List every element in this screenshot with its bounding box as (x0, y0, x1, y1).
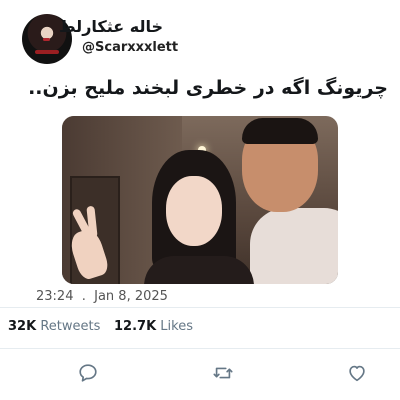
avatar-necklace (35, 50, 59, 54)
retweet-icon (213, 367, 233, 379)
like-icon (349, 365, 365, 382)
display-name[interactable]: خاله عثکارلط (59, 17, 163, 36)
photo-man-hoodie (250, 208, 338, 284)
like-button[interactable] (346, 362, 370, 386)
retweets-stat[interactable]: 32K Retweets (8, 319, 100, 334)
photo-man-hair (242, 118, 318, 144)
likes-count: 12.7K (114, 319, 157, 334)
likes-stat[interactable]: 12.7K Likes (114, 319, 193, 334)
action-bar (0, 362, 400, 386)
tweet-timestamp[interactable]: 23:24 . Jan 8, 2025 (36, 289, 168, 304)
retweets-label: Retweets (40, 319, 101, 334)
reply-icon (79, 364, 97, 382)
photo-girl-face (166, 176, 222, 246)
retweet-button[interactable] (212, 362, 236, 386)
reply-button[interactable] (77, 362, 101, 386)
divider (0, 348, 400, 349)
avatar-lips (43, 38, 50, 41)
photo-girl-top (144, 256, 254, 284)
retweets-count: 32K (8, 319, 37, 334)
user-handle[interactable]: @Scarxxxlett (82, 40, 178, 55)
divider (0, 307, 400, 308)
likes-label: Likes (160, 319, 193, 334)
tweet-photo[interactable] (62, 116, 338, 284)
tweet-text: چریونگ اگه در خطری لبخند ملیح بزن.. (28, 77, 388, 99)
